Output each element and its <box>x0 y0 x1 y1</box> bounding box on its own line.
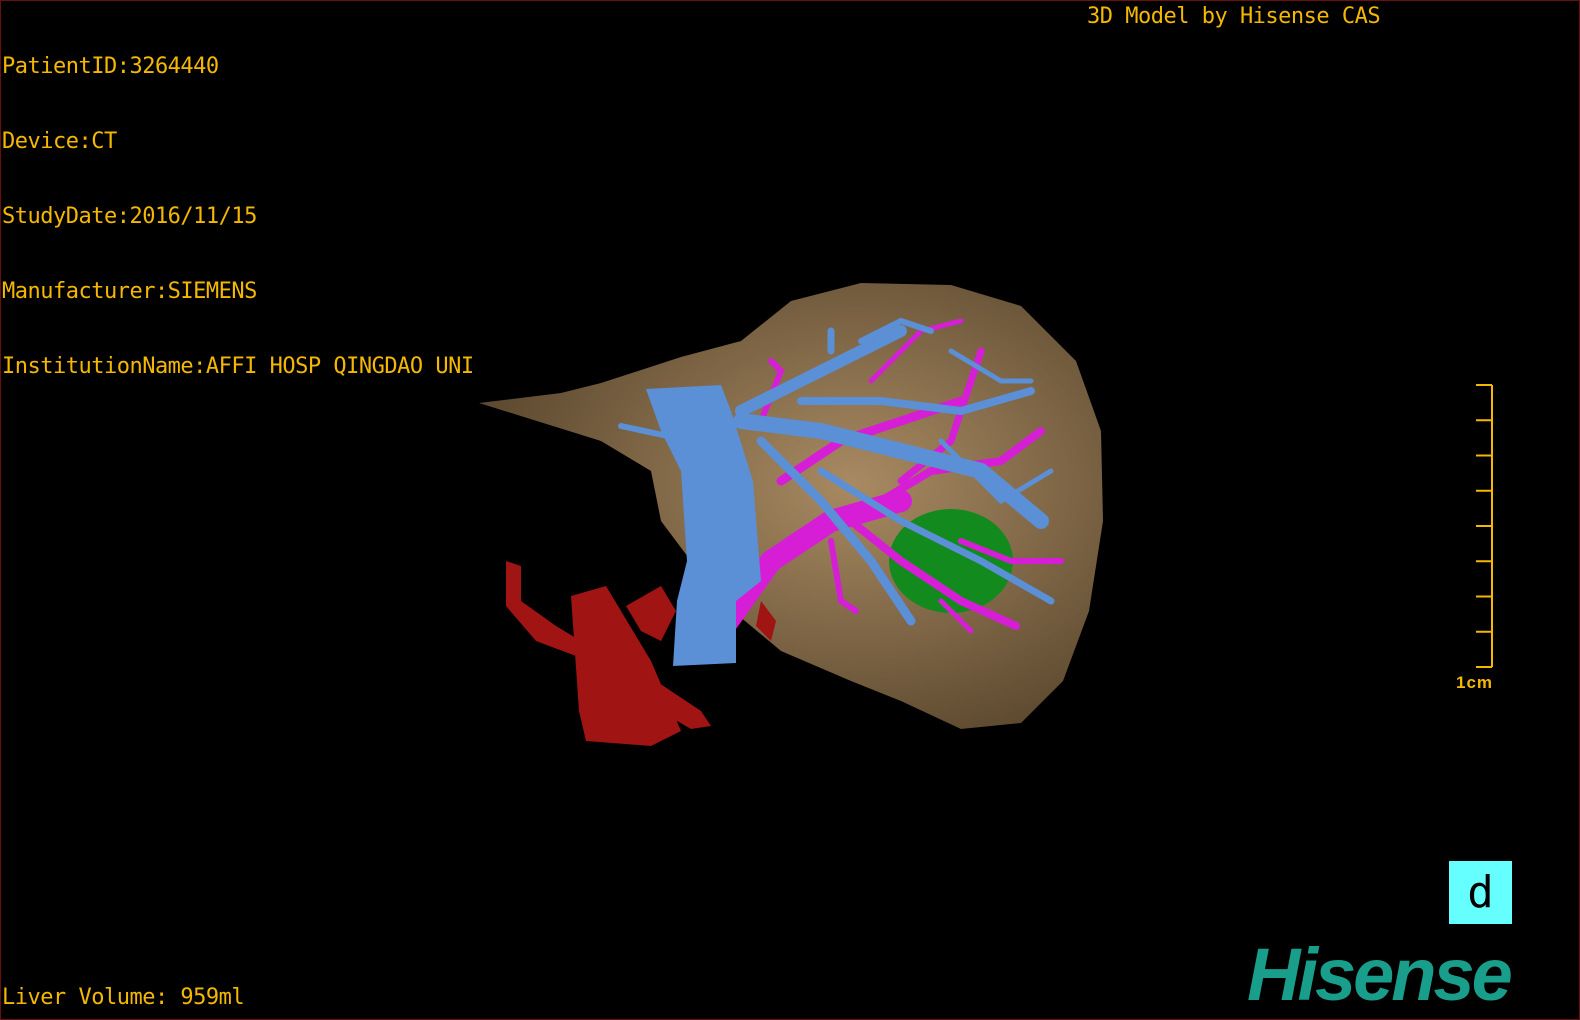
patient-info-overlay: PatientID:3264440 Device:CT StudyDate:20… <box>2 4 474 429</box>
manufacturer: Manufacturer:SIEMENS <box>2 279 257 304</box>
brand-text: 3D Model by Hisense CAS <box>1087 4 1381 29</box>
liver-volume: Liver Volume: 959ml <box>2 985 245 1010</box>
3d-viewer[interactable]: PatientID:3264440 Device:CT StudyDate:20… <box>0 0 1580 1020</box>
device: Device:CT <box>2 129 117 154</box>
study-date: StudyDate:2016/11/15 <box>2 204 257 229</box>
orientation-marker[interactable]: d <box>1449 861 1512 924</box>
scale-label: 1cm <box>1456 673 1494 692</box>
hisense-logo: Hisense <box>1247 933 1513 1016</box>
patient-id: PatientID:3264440 <box>2 54 219 79</box>
institution-name: InstitutionName:AFFI HOSP QINGDAO UNI <box>2 354 474 379</box>
scale-bar <box>1476 384 1493 668</box>
liver-surface <box>479 283 1103 729</box>
